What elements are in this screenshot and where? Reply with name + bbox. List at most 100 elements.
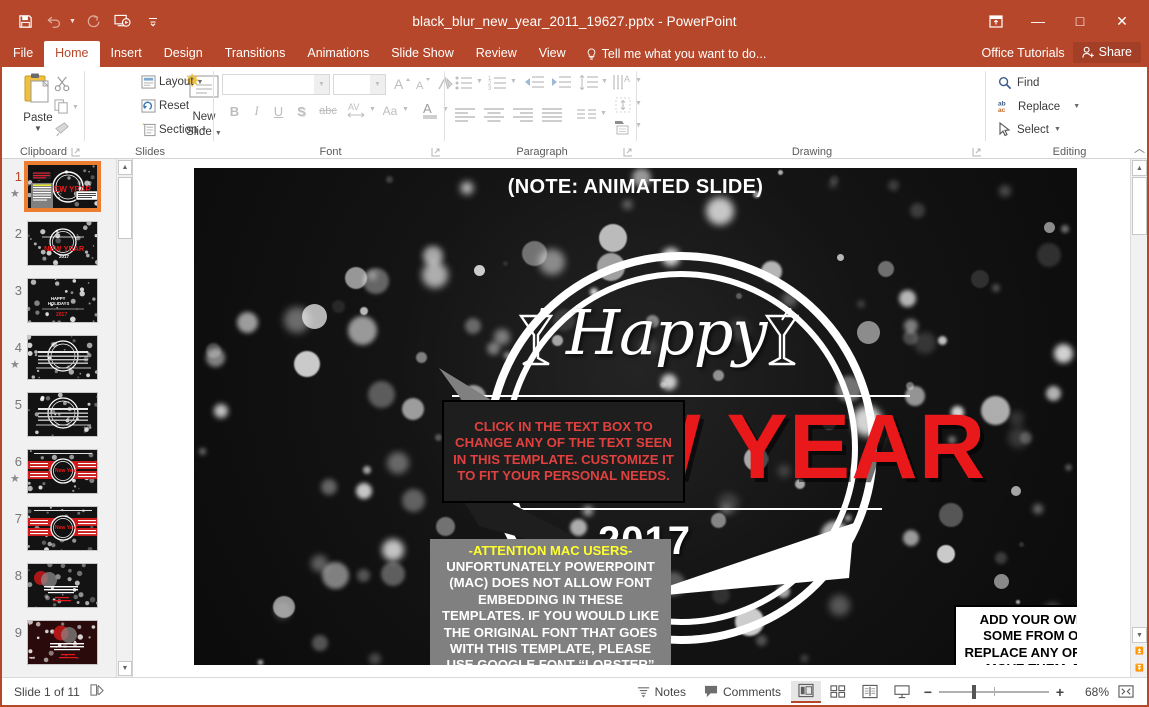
increase-indent-button[interactable]	[550, 73, 572, 93]
find-button[interactable]: Find	[998, 76, 1039, 90]
thumbnail-preview[interactable]	[27, 335, 98, 380]
tab-animations[interactable]: Animations	[296, 41, 380, 67]
slide-thumbnail-6[interactable]: 6 ★ New Year	[2, 449, 116, 506]
columns-button[interactable]	[575, 105, 599, 125]
copy-icon[interactable]	[54, 99, 70, 119]
tab-file[interactable]: File	[2, 41, 44, 67]
columns-dropdown-icon[interactable]: ▼	[600, 110, 607, 117]
clipboard-dialog-launcher[interactable]	[71, 147, 81, 157]
slide-thumbnail-8[interactable]: 8	[2, 563, 116, 620]
callout-white-textbox[interactable]: ADD YOUR OWN IMAGES, OR SOME FROM OUR WE…	[954, 605, 1077, 665]
convert-smartart-button[interactable]	[612, 117, 634, 137]
tell-me-search[interactable]: Tell me what you want to do...	[577, 42, 776, 67]
zoom-slider[interactable]	[939, 684, 1049, 700]
underline-button[interactable]: U	[269, 101, 288, 121]
accessibility-checker-icon[interactable]	[90, 683, 105, 700]
thumbnail-scrollbar[interactable]: ▲ ▼	[116, 159, 132, 677]
slide-thumbnail-7[interactable]: 7 New Year	[2, 506, 116, 563]
slide-thumbnail-1[interactable]: 1 ★ EW YEAR	[2, 161, 116, 221]
share-button[interactable]: Share	[1072, 42, 1141, 63]
thumbnail-preview[interactable]	[27, 620, 98, 665]
zoom-in-button[interactable]: +	[1051, 684, 1069, 700]
paragraph-dialog-launcher[interactable]	[623, 147, 633, 157]
slide-thumbnail-4[interactable]: 4 ★	[2, 335, 116, 392]
save-icon[interactable]	[12, 8, 38, 34]
slide-thumbnail-5[interactable]: 5	[2, 392, 116, 449]
font-name-input[interactable]: ▼	[222, 74, 330, 95]
view-reading-button[interactable]	[855, 681, 885, 703]
character-spacing-button[interactable]: AV	[344, 99, 368, 121]
decrease-indent-button[interactable]	[523, 73, 545, 93]
comments-button[interactable]: Comments	[696, 682, 789, 702]
thumbnail-preview[interactable]: HAPPY HOLIDAYS 2017	[27, 278, 98, 323]
undo-icon[interactable]	[42, 8, 68, 34]
align-right-button[interactable]	[511, 105, 535, 125]
slide-canvas[interactable]: (NOTE: ANIMATED SLIDE) Happy NEW YEAR 20…	[194, 168, 1077, 665]
next-slide-icon[interactable]: ⏬	[1132, 660, 1147, 676]
view-slide-sorter-button[interactable]	[823, 681, 853, 703]
font-color-button[interactable]: A	[420, 99, 440, 121]
justify-button[interactable]	[540, 105, 564, 125]
tab-slide-show[interactable]: Slide Show	[380, 41, 465, 67]
font-size-input[interactable]: ▼	[333, 74, 386, 95]
slide-scroll-down-icon[interactable]: ▼	[1132, 627, 1147, 643]
replace-dropdown-icon[interactable]: ▼	[1073, 103, 1080, 110]
view-slide-show-button[interactable]	[887, 681, 917, 703]
redo-icon[interactable]	[80, 8, 106, 34]
zoom-slider-handle[interactable]	[972, 684, 976, 699]
replace-button[interactable]: ab ac Replace ▼	[998, 99, 1080, 115]
copy-dropdown-icon[interactable]: ▼	[72, 104, 79, 111]
line-spacing-dropdown-icon[interactable]: ▼	[601, 78, 608, 85]
fit-slide-to-window-button[interactable]	[1111, 681, 1141, 703]
tab-view[interactable]: View	[528, 41, 577, 67]
tab-design[interactable]: Design	[153, 41, 214, 67]
previous-slide-icon[interactable]: ⏫	[1132, 643, 1147, 659]
font-dialog-launcher[interactable]	[431, 147, 441, 157]
bullets-dropdown-icon[interactable]: ▼	[476, 78, 483, 85]
tab-home[interactable]: Home	[44, 41, 100, 67]
change-case-dropdown-icon[interactable]: ▼	[402, 106, 409, 113]
callout-red-textbox[interactable]: CLICK IN THE TEXT BOX TO CHANGE ANY OF T…	[442, 400, 685, 503]
thumbnail-preview[interactable]: New Year	[27, 506, 98, 551]
select-dropdown-icon[interactable]: ▼	[1054, 126, 1061, 133]
italic-button[interactable]: I	[247, 101, 266, 121]
tab-review[interactable]: Review	[465, 41, 528, 67]
notes-button[interactable]: Notes	[629, 682, 694, 702]
section-button[interactable]: Section ▼	[141, 123, 207, 137]
text-direction-button[interactable]: A	[610, 71, 634, 93]
slide-scroll-thumb[interactable]	[1132, 177, 1147, 235]
office-tutorials-link[interactable]: Office Tutorials	[982, 46, 1065, 60]
thumbnail-preview[interactable]	[27, 563, 98, 608]
layout-button[interactable]: Layout ▼	[141, 75, 203, 89]
slide-thumbnail-9[interactable]: 9	[2, 620, 116, 677]
reset-button[interactable]: Reset	[141, 99, 189, 113]
slide-thumbnail-2[interactable]: 2 NEW YEAR 2017	[2, 221, 116, 278]
thumbnail-preview[interactable]: NEW YEAR 2017	[27, 221, 98, 266]
select-button[interactable]: Select ▼	[998, 122, 1061, 137]
minimize-button[interactable]: —	[1017, 4, 1059, 38]
decrease-font-size-button[interactable]: A	[413, 73, 432, 94]
thumbnail-preview[interactable]: New Year	[27, 449, 98, 494]
callout-gray-textbox[interactable]: -ATTENTION MAC USERS- UNFORTUNATELY POWE…	[430, 539, 671, 665]
align-left-button[interactable]	[453, 105, 477, 125]
thumbnail-preview[interactable]	[27, 392, 98, 437]
font-size-dropdown-icon[interactable]: ▼	[370, 75, 385, 94]
zoom-out-button[interactable]: −	[919, 684, 937, 700]
increase-font-size-button[interactable]: A	[392, 73, 411, 94]
view-normal-button[interactable]	[791, 680, 821, 703]
line-spacing-button[interactable]	[578, 73, 600, 93]
customize-qat-icon[interactable]	[140, 8, 166, 34]
slide-thumbnail-3[interactable]: 3 HAPPY HOLIDAYS 2017	[2, 278, 116, 335]
thumbnail-scroll-down-icon[interactable]: ▼	[118, 661, 132, 676]
bold-button[interactable]: B	[225, 101, 244, 121]
section-dropdown-icon[interactable]: ▼	[200, 127, 207, 134]
start-from-beginning-icon[interactable]	[110, 8, 136, 34]
character-spacing-dropdown-icon[interactable]: ▼	[369, 106, 376, 113]
undo-dropdown-icon[interactable]: ▼	[69, 18, 76, 25]
text-shadow-button[interactable]: S	[292, 101, 311, 121]
numbering-button[interactable]: 123	[487, 73, 509, 93]
maximize-button[interactable]: □	[1059, 4, 1101, 38]
thumbnail-scroll-thumb[interactable]	[118, 177, 132, 239]
format-painter-icon[interactable]	[54, 121, 71, 142]
bullets-button[interactable]	[453, 73, 475, 93]
